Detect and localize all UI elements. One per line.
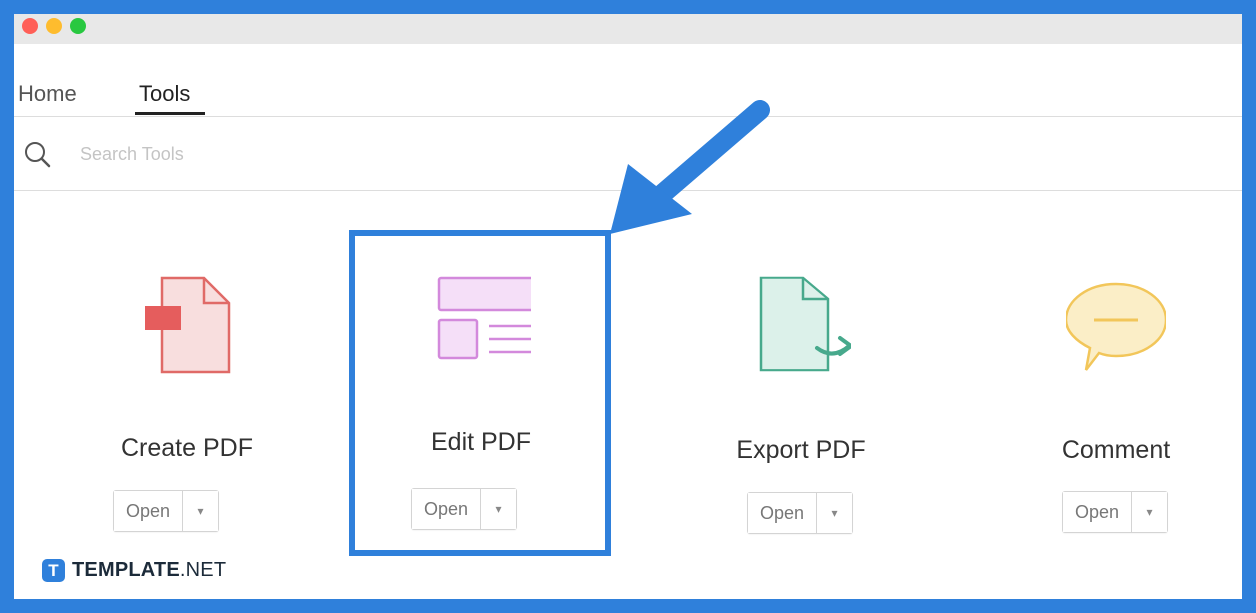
template-logo-icon: T: [42, 559, 65, 582]
chevron-down-icon[interactable]: ▾: [182, 491, 219, 531]
comment-icon[interactable]: [1066, 266, 1166, 376]
open-button-group: Open ▾: [113, 490, 220, 532]
chevron-down-icon[interactable]: ▾: [816, 493, 853, 533]
screenshot-frame: Home Tools Create PDF Open ▾: [0, 0, 1256, 613]
active-tab-indicator: [135, 112, 205, 115]
window-title-bar: [14, 14, 1242, 45]
tab-tools[interactable]: Tools: [139, 81, 190, 107]
brand-name-bold: TEMPLATE: [72, 559, 180, 581]
open-button[interactable]: Open: [114, 491, 183, 531]
export-pdf-icon[interactable]: [751, 266, 851, 376]
brand-name: TEMPLATE.NET: [72, 559, 226, 582]
minimize-window-button[interactable]: [46, 18, 62, 34]
open-button-group: Open ▾: [1062, 491, 1169, 533]
tool-name: Create PDF: [121, 434, 253, 462]
arrow-icon: [610, 100, 770, 234]
search-icon[interactable]: [22, 139, 52, 169]
highlight-box: [349, 230, 611, 556]
zoom-window-button[interactable]: [70, 18, 86, 34]
close-window-button[interactable]: [22, 18, 38, 34]
tool-name: Comment: [1061, 436, 1171, 464]
create-pdf-icon[interactable]: [137, 266, 237, 376]
tool-name: Export PDF: [736, 436, 866, 464]
brand-name-suffix: .NET: [179, 559, 227, 581]
search-input[interactable]: [78, 143, 382, 166]
open-button-group: Open ▾: [747, 492, 854, 534]
chevron-down-icon[interactable]: ▾: [1131, 492, 1168, 532]
brand-watermark: T TEMPLATE.NET: [42, 559, 226, 582]
open-button[interactable]: Open: [748, 493, 817, 533]
open-button[interactable]: Open: [1063, 492, 1132, 532]
tab-home[interactable]: Home: [18, 81, 77, 107]
